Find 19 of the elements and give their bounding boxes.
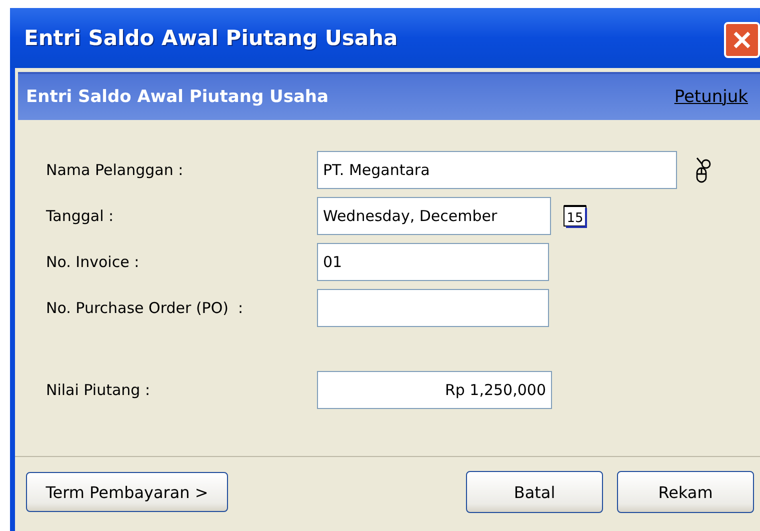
input-field[interactable] [317, 289, 549, 327]
input-field[interactable]: PT. Megantara [317, 151, 677, 189]
calendar-icon[interactable]: 15 [563, 204, 589, 228]
field-label: No. Invoice : [46, 253, 140, 271]
cancel-button[interactable]: Batal [466, 471, 603, 513]
term-button[interactable]: Term Pembayaran > [26, 472, 228, 512]
close-button[interactable] [724, 22, 760, 58]
input-field[interactable]: 01 [317, 243, 549, 281]
close-icon [731, 29, 753, 51]
field-label: Nilai Piutang : [46, 381, 151, 399]
help-link[interactable]: Petunjuk [674, 87, 748, 107]
header-title: Entri Saldo Awal Piutang Usaha [26, 87, 330, 107]
input-field[interactable]: Wednesday, December [317, 197, 551, 235]
window-title: Entri Saldo Awal Piutang Usaha [24, 26, 398, 50]
field-label: Tanggal : [46, 207, 115, 225]
save-button[interactable]: Rekam [617, 471, 754, 513]
input-field[interactable]: Rp 1,250,000 [317, 371, 552, 409]
field-label: Nama Pelanggan : [46, 161, 184, 179]
field-label: No. Purchase Order (PO) : [46, 299, 244, 317]
